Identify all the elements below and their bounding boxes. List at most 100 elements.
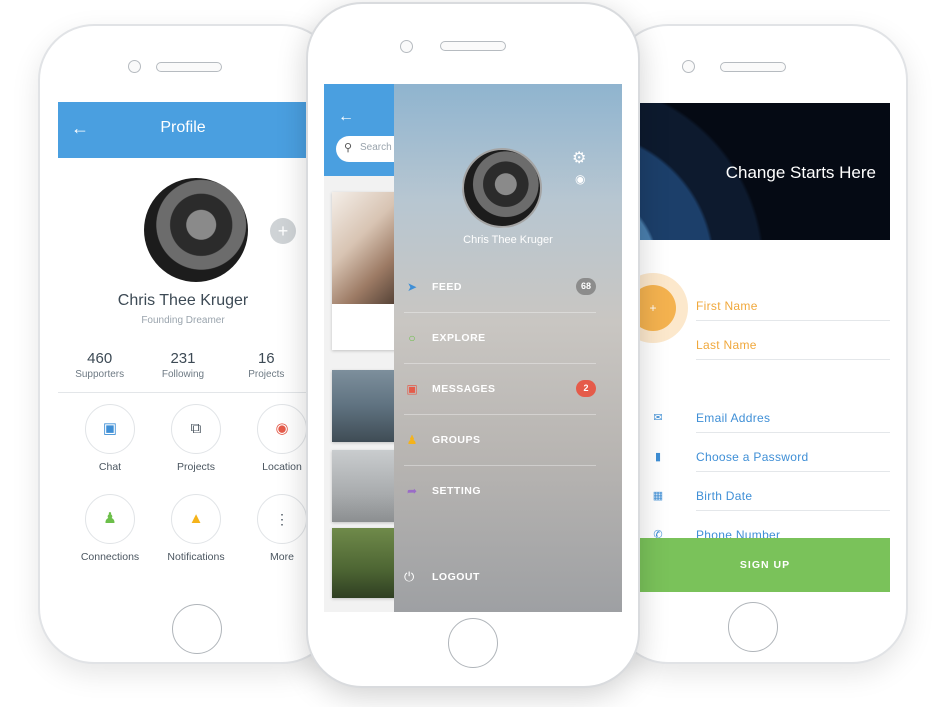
feed-card[interactable] [332, 370, 402, 442]
menu-item-label: FEED [432, 281, 463, 293]
menu-item-setting[interactable]: ➦ SETTING [404, 466, 596, 517]
avatar[interactable] [462, 148, 542, 228]
action-chat[interactable]: ▣ Chat [75, 404, 145, 473]
logout-button[interactable]: ⏻ LOGOUT [404, 569, 594, 589]
profile-stats: 460 Supporters 231 Following 16 Projects [58, 350, 308, 380]
action-location[interactable]: ◉ Location [247, 404, 308, 473]
search-icon: ⚲ [344, 142, 353, 154]
stat-value: 16 [257, 350, 275, 367]
camera-icon [128, 60, 141, 73]
menu-item-explore[interactable]: ○ EXPLORE [404, 313, 596, 364]
action-notifications[interactable]: ▲ Notifications [161, 494, 231, 563]
action-label: Location [262, 461, 302, 473]
phone-frame-drawer: ← ⚲ Search ⚙ ◉ Chris Thee Kruger ➤ FEED … [306, 2, 640, 688]
field-label: First Name [696, 299, 758, 313]
email-field[interactable]: Email Addres [696, 405, 890, 433]
action-more[interactable]: ⋮ More [247, 494, 308, 563]
projects-icon: ⧉ [190, 420, 202, 437]
menu-item-label: EXPLORE [432, 332, 486, 344]
field-label: Choose a Password [696, 450, 809, 464]
profile-tagline: Founding Dreamer [141, 315, 225, 326]
signup-button[interactable]: SIGN UP [640, 538, 890, 592]
camera-icon [682, 60, 695, 73]
phone-frame-signup: Change Starts Here + First Name Last Nam… [612, 24, 908, 664]
stat-label: Projects [248, 369, 285, 380]
bell-icon: ▲ [188, 510, 204, 527]
speaker-grille [440, 41, 506, 51]
count-badge: 2 [576, 380, 596, 397]
page-title: Profile [160, 119, 206, 136]
drawer-screen: ← ⚲ Search ⚙ ◉ Chris Thee Kruger ➤ FEED … [324, 84, 622, 612]
feed-card[interactable] [332, 192, 402, 350]
connections-icon: ♟ [103, 510, 117, 527]
more-vertical-icon: ⋮ [275, 511, 289, 527]
action-label: More [270, 551, 294, 563]
phone-frame-profile: ← Profile + Chris Thee Kruger Founding D… [38, 24, 338, 664]
signup-screen: Change Starts Here + First Name Last Nam… [640, 103, 890, 593]
profile-name: Chris Thee Kruger [117, 292, 249, 309]
field-label: Last Name [696, 338, 757, 352]
search-placeholder: Search [360, 142, 392, 153]
stat-following[interactable]: 231 Following [141, 350, 224, 380]
last-name-field[interactable]: Last Name [696, 332, 890, 360]
groups-icon: ♟ [406, 433, 418, 447]
action-connections[interactable]: ♟ Connections [75, 494, 145, 563]
profile-header: ← Profile [58, 102, 308, 158]
speaker-grille [156, 62, 222, 72]
camera-icon [400, 40, 413, 53]
stat-projects[interactable]: 16 Projects [225, 350, 308, 380]
feed-card-image [332, 450, 402, 522]
menu-item-label: SETTING [432, 485, 482, 497]
password-field[interactable]: Choose a Password [696, 444, 890, 472]
stat-supporters[interactable]: 460 Supporters [58, 350, 141, 380]
action-projects[interactable]: ⧉ Projects [161, 404, 231, 473]
drawer-menu: ➤ FEED 68 ○ EXPLORE ▣ MESSAGES 2 ♟ GROUP… [404, 262, 596, 517]
menu-item-feed[interactable]: ➤ FEED 68 [404, 262, 596, 313]
birth-date-field[interactable]: Birth Date [696, 483, 890, 511]
add-icon[interactable]: + [270, 218, 296, 244]
menu-item-messages[interactable]: ▣ MESSAGES 2 [404, 364, 596, 415]
stat-label: Supporters [75, 369, 125, 380]
feed-card-image [332, 370, 402, 442]
stat-value: 231 [170, 350, 196, 367]
feed-card[interactable] [332, 450, 402, 522]
messages-icon: ▣ [406, 382, 418, 396]
setting-share-icon: ➦ [406, 484, 418, 498]
count-badge: 68 [576, 278, 596, 295]
stat-label: Following [161, 369, 205, 380]
home-button[interactable] [728, 602, 778, 652]
home-button[interactable] [448, 618, 498, 668]
profile-screen: ← Profile + Chris Thee Kruger Founding D… [58, 102, 308, 592]
action-label: Chat [98, 461, 122, 473]
divider [58, 392, 308, 393]
drawer-user-name: Chris Thee Kruger [463, 234, 553, 246]
feed-bolt-icon: ➤ [406, 280, 418, 294]
feed-card-image [332, 192, 402, 304]
feed-card[interactable] [332, 528, 402, 598]
field-label: Email Addres [696, 411, 771, 425]
home-button[interactable] [172, 604, 222, 654]
location-pin-icon: ◉ [275, 420, 289, 437]
email-icon: ✉ [653, 412, 663, 424]
back-arrow-icon[interactable]: ← [338, 108, 354, 126]
feed-card-image [332, 528, 402, 598]
explore-globe-icon: ○ [408, 331, 416, 345]
stat-value: 460 [87, 350, 113, 367]
menu-item-label: MESSAGES [432, 383, 496, 395]
camera-photo-icon[interactable]: ◉ [575, 172, 585, 186]
plus-icon: + [640, 285, 676, 331]
lock-icon: ▮ [654, 451, 662, 463]
field-label: Birth Date [696, 489, 753, 503]
avatar[interactable] [144, 178, 248, 282]
hero-title: Change Starts Here [725, 163, 876, 182]
power-icon: ⏻ [404, 569, 415, 584]
feed-header: ← [324, 84, 404, 176]
action-label: Notifications [167, 551, 225, 563]
gear-icon[interactable]: ⚙ [572, 148, 586, 168]
menu-item-groups[interactable]: ♟ GROUPS [404, 415, 596, 466]
action-label: Connections [80, 551, 140, 563]
add-photo-button[interactable]: + [640, 273, 688, 343]
chat-icon: ▣ [102, 420, 118, 437]
first-name-field[interactable]: First Name [696, 293, 890, 321]
navigation-drawer: ⚙ ◉ Chris Thee Kruger ➤ FEED 68 ○ EXPLOR… [394, 84, 622, 612]
